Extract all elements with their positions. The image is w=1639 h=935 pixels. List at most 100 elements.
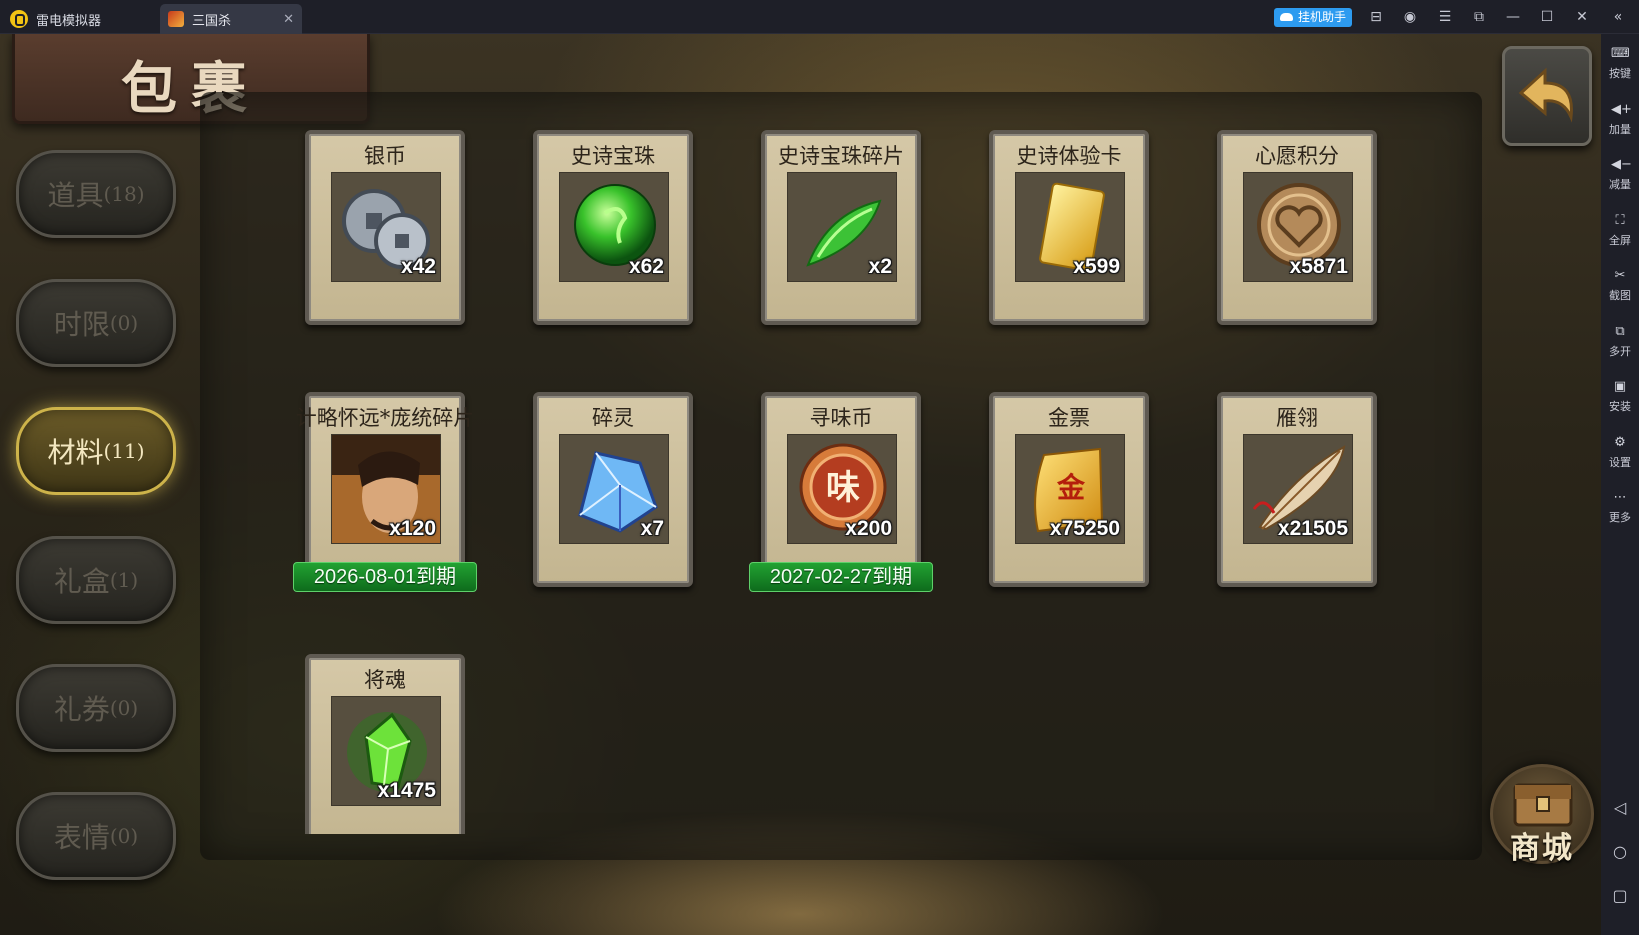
game-screen: 包裹 道具 (18) 时限 (0) 材料 (11) 礼盒 (1) 礼券 (0) 表情 (0)… <box>0 34 1601 935</box>
sidebar-item-screenshot[interactable]: ✂ 截图 <box>1601 262 1639 314</box>
item-card[interactable]: 计略怀远*庞统碎片 x120 2026-08-01到期 <box>293 392 477 592</box>
item-icon-slot: x5871 <box>1243 172 1353 282</box>
item-name: 心愿积分 <box>1255 144 1339 168</box>
tab-close-icon[interactable]: ✕ <box>283 11 294 27</box>
item-name: 银币 <box>364 144 406 168</box>
item-quantity: x2 <box>868 255 892 278</box>
emulator-titlebar: 雷电模拟器 三国杀 ✕ 挂机助手 ⊟ ◉ ☰ ⧉ — ☐ ✕ « <box>0 0 1639 34</box>
item-icon-slot: x599 <box>1015 172 1125 282</box>
app-tab[interactable]: 雷电模拟器 <box>10 4 155 34</box>
item-icon-slot: 金 x75250 <box>1015 434 1125 544</box>
item-quantity: x7 <box>640 517 664 540</box>
category-label: 礼盒 <box>53 565 110 598</box>
gift-icon[interactable]: ⊟ <box>1367 8 1385 26</box>
item-quantity: x21505 <box>1277 517 1348 540</box>
item-icon-slot: 味 x200 <box>787 434 897 544</box>
sidebar-item-label: 安装 <box>1609 401 1631 413</box>
maximize-icon[interactable]: ☐ <box>1538 8 1556 26</box>
account-icon[interactable]: ◉ <box>1401 8 1419 26</box>
assist-button[interactable]: 挂机助手 <box>1274 8 1353 27</box>
category-tab-props[interactable]: 道具 (18) <box>16 150 176 238</box>
item-icon-slot: x21505 <box>1243 434 1353 544</box>
expiry-badge: 2027-02-27到期 <box>749 562 933 592</box>
more-icon: ⋯ <box>1613 490 1627 505</box>
sidebar-item-label: 加量 <box>1609 124 1631 136</box>
sidebar-item-volume-down[interactable]: ◀− 减量 <box>1601 151 1639 203</box>
scissors-icon: ✂ <box>1614 268 1626 283</box>
item-card[interactable]: 心愿积分 x5871 <box>1217 130 1377 325</box>
category-tab-materials[interactable]: 材料 (11) <box>16 407 176 495</box>
category-label: 表情 <box>53 821 110 854</box>
item-card[interactable]: 史诗体验卡 x599 <box>989 130 1149 325</box>
menu-icon[interactable]: ☰ <box>1436 8 1454 26</box>
item-name: 史诗宝珠 <box>571 144 655 168</box>
item-quantity: x42 <box>400 255 436 278</box>
sidebar-item-label: 按键 <box>1609 68 1631 80</box>
item-card[interactable]: 将魂 x1475 <box>305 654 465 834</box>
category-tab-coupons[interactable]: 礼券 (0) <box>16 664 176 752</box>
item-quantity: x62 <box>628 255 664 278</box>
volume-down-icon: ◀− <box>1611 157 1632 172</box>
sidebar-item-label: 设置 <box>1609 457 1631 469</box>
category-count: (18) <box>103 182 145 206</box>
item-name: 金票 <box>1048 406 1090 430</box>
item-card[interactable]: 雁翎 x21505 <box>1217 392 1377 587</box>
back-button[interactable] <box>1502 46 1592 146</box>
item-icon-slot: x120 <box>331 434 441 544</box>
back-nav-icon[interactable]: ◁ <box>1601 794 1639 822</box>
item-name: 雁翎 <box>1276 406 1318 430</box>
category-tab-emotes[interactable]: 表情 (0) <box>16 792 176 880</box>
item-quantity: x1475 <box>377 779 436 802</box>
item-card[interactable]: 银币 x42 <box>305 130 465 325</box>
item-card[interactable]: 寻味币 味 x200 2027-02-27到期 <box>749 392 933 592</box>
item-quantity: x5871 <box>1289 255 1348 278</box>
sidebar-item-fullscreen[interactable]: ⛶ 全屏 <box>1601 207 1639 259</box>
sidebar-item-settings[interactable]: ⚙ 设置 <box>1601 429 1639 481</box>
item-quantity: x599 <box>1073 255 1120 278</box>
sidebar-item-label: 更多 <box>1609 512 1631 524</box>
category-tab-giftbox[interactable]: 礼盒 (1) <box>16 536 176 624</box>
sidebar-item-label: 多开 <box>1609 346 1631 358</box>
recents-nav-icon[interactable]: ▢ <box>1601 882 1639 910</box>
close-icon[interactable]: ✕ <box>1573 8 1591 26</box>
item-icon-slot: x2 <box>787 172 897 282</box>
treasure-chest-icon <box>1513 783 1573 827</box>
item-name: 将魂 <box>364 668 406 692</box>
popout-icon[interactable]: ⧉ <box>1470 8 1488 26</box>
category-count: (0) <box>109 824 139 848</box>
apk-icon: ▣ <box>1613 379 1627 394</box>
item-card[interactable]: 史诗宝珠 x62 <box>533 130 693 325</box>
item-card[interactable]: 碎灵 x7 <box>533 392 693 587</box>
expiry-badge: 2026-08-01到期 <box>293 562 477 592</box>
coin-char: 味 <box>826 468 860 508</box>
item-icon-slot: x7 <box>559 434 669 544</box>
category-label: 礼券 <box>53 693 110 726</box>
home-nav-icon[interactable]: ○ <box>1601 838 1639 866</box>
sidebar-item-label: 全屏 <box>1609 235 1631 247</box>
return-arrow-icon <box>1518 67 1573 123</box>
sidebar-item-keymap[interactable]: ⌨ 按键 <box>1601 40 1639 92</box>
ticket-char: 金 <box>1056 471 1086 504</box>
game-tab[interactable]: 三国杀 ✕ <box>160 4 302 34</box>
category-tab-timed[interactable]: 时限 (0) <box>16 279 176 367</box>
collapse-sidebar-icon[interactable]: « <box>1609 8 1627 26</box>
category-count: (0) <box>109 696 139 720</box>
category-count: (11) <box>103 439 145 463</box>
sidebar-item-volume-up[interactable]: ◀+ 加量 <box>1601 96 1639 148</box>
sidebar-item-install[interactable]: ▣ 安装 <box>1601 373 1639 425</box>
minimize-icon[interactable]: — <box>1504 8 1522 26</box>
item-name: 史诗体验卡 <box>1016 144 1122 168</box>
item-card[interactable]: 金票 金 x75250 <box>989 392 1149 587</box>
item-icon-slot: x62 <box>559 172 669 282</box>
settings-icon: ⚙ <box>1614 435 1626 450</box>
category-label: 道具 <box>47 179 104 212</box>
app-name: 雷电模拟器 <box>36 12 102 28</box>
item-name: 计略怀远*庞统碎片 <box>295 406 475 430</box>
app-logo-icon <box>10 10 28 28</box>
sidebar-item-more[interactable]: ⋯ 更多 <box>1601 484 1639 536</box>
sidebar-item-multi[interactable]: ⧉ 多开 <box>1601 318 1639 370</box>
item-card[interactable]: 史诗宝珠碎片 x2 <box>761 130 921 325</box>
game-tab-icon <box>168 11 184 27</box>
shop-button[interactable]: 商城 <box>1490 764 1594 866</box>
multi-instance-icon: ⧉ <box>1615 324 1625 339</box>
